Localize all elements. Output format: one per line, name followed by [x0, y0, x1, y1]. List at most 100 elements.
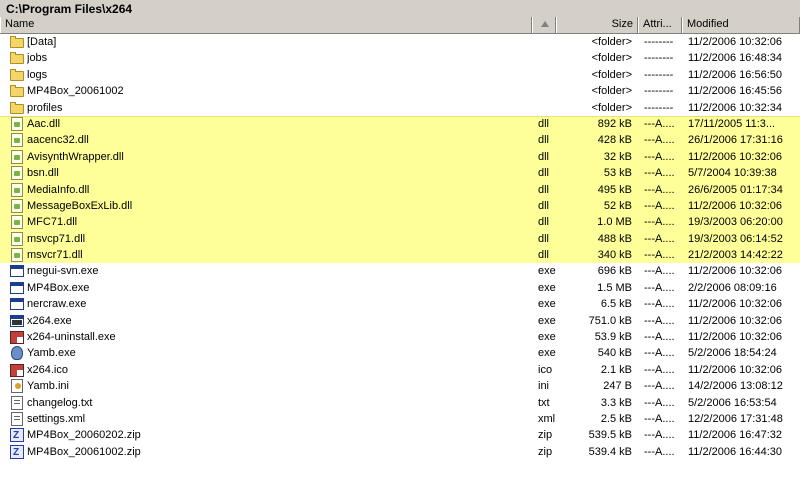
installer-icon: [10, 331, 24, 345]
file-attributes: ---A....: [644, 347, 675, 360]
file-row[interactable]: x264-uninstall.exe exe 53.9 kB ---A.... 11/2…: [0, 329, 800, 345]
file-size: 539.5 kB: [588, 429, 632, 442]
file-size: 3.3 kB: [600, 396, 632, 409]
folder-icon: [10, 85, 24, 98]
file-modified: 11/2/2006 10:32:06: [688, 314, 782, 327]
column-attributes[interactable]: Attri...: [638, 17, 682, 33]
file-row[interactable]: megui-svn.exe exe 696 kB ---A.... 11/2/2006 …: [0, 263, 800, 279]
file-name: x264.exe: [27, 314, 72, 327]
file-row[interactable]: bsn.dll dll 53 kB ---A.... 5/7/2004 10:39:38: [0, 165, 800, 182]
folder-icon: [10, 52, 24, 65]
file-name: msvcr71.dll: [27, 249, 83, 262]
file-modified: 5/7/2004 10:39:38: [688, 167, 777, 180]
file-list[interactable]: [Data] <folder> -------- 11/2/2006 10:32:06…: [0, 34, 800, 460]
path-text: C:\Program Files\x264: [6, 2, 133, 16]
file-name: Aac.dll: [27, 117, 61, 130]
console-exe-icon: [10, 314, 24, 327]
column-name[interactable]: Name: [0, 17, 532, 33]
file-row[interactable]: changelog.txt txt 3.3 kB ---A.... 5/2/2006 1…: [0, 395, 800, 411]
file-attributes: ---A....: [644, 232, 675, 245]
file-size: 53 kB: [603, 167, 632, 180]
column-header: Name Size Attri... Modified: [0, 17, 800, 34]
zip-icon: [10, 444, 24, 459]
file-name: megui-svn.exe: [27, 265, 99, 278]
file-row[interactable]: logs <folder> -------- 11/2/2006 16:56:50: [0, 67, 800, 83]
file-size: 2.5 kB: [600, 412, 632, 425]
image-icon: [10, 363, 24, 377]
file-modified: 11/2/2006 16:45:56: [688, 85, 782, 98]
file-modified: 5/2/2006 16:53:54: [688, 396, 777, 409]
file-row[interactable]: x264.exe exe 751.0 kB ---A.... 11/2/2006 10:…: [0, 313, 800, 329]
file-modified: 26/1/2006 17:31:16: [688, 134, 783, 147]
file-row[interactable]: MediaInfo.dll dll 495 kB ---A.... 26/6/2005 …: [0, 181, 800, 198]
file-row[interactable]: [Data] <folder> -------- 11/2/2006 10:32:06: [0, 34, 800, 50]
file-modified: 11/2/2006 10:32:06: [688, 363, 782, 376]
file-attributes: ---A....: [644, 134, 675, 147]
file-size: <folder>: [591, 85, 632, 98]
column-sort[interactable]: [532, 17, 556, 33]
file-modified: 11/2/2006 10:32:06: [688, 331, 782, 344]
file-row[interactable]: settings.xml xml 2.5 kB ---A.... 12/2/2006 1…: [0, 411, 800, 427]
folder-icon: [10, 36, 24, 48]
file-name: bsn.dll: [27, 167, 59, 180]
file-size: 696 kB: [597, 265, 632, 278]
file-row[interactable]: MP4Box_20061002.zipzip539.4 kB---A....11…: [0, 444, 800, 460]
path-bar[interactable]: C:\Program Files\x264: [0, 0, 800, 18]
file-modified: 11/2/2006 10:32:06: [688, 36, 782, 48]
file-attributes: --------: [644, 36, 674, 48]
file-name: settings.xml: [27, 412, 86, 425]
file-size: 247 B: [603, 380, 632, 393]
dll-icon: [11, 116, 23, 131]
file-row[interactable]: Aac.dll dll 892 kB ---A.... 17/11/2005 11:3.…: [0, 115, 800, 133]
fish-icon: [11, 346, 23, 361]
file-attributes: ---A....: [644, 380, 675, 393]
file-modified: 21/2/2003 14:42:22: [688, 249, 783, 262]
sort-up-icon: [541, 21, 549, 27]
file-modified: 5/2/2006 18:54:24: [688, 347, 777, 360]
file-modified: 2/2/2006 08:09:16: [688, 281, 777, 294]
file-name: logs: [27, 68, 48, 81]
file-modified: 11/2/2006 10:32:06: [688, 265, 782, 278]
file-size: 2.1 kB: [600, 363, 632, 376]
file-row[interactable]: Yamb.ini ini 247 B ---A.... 14/2/2006 13:08:…: [0, 378, 800, 394]
file-row[interactable]: aacenc32.dll dll 428 kB ---A.... 26/1/2006 1…: [0, 132, 800, 149]
file-size: 32 kB: [603, 150, 632, 163]
file-row[interactable]: AvisynthWrapper.dll dll 32 kB ---A.... 11/2/…: [0, 148, 800, 166]
file-row[interactable]: MP4Box_20060202.zipzip539.5 kB---A....11…: [0, 427, 800, 443]
file-size: 488 kB: [597, 232, 632, 245]
file-row[interactable]: MFC71.dll dll 1.0 MB ---A.... 19/3/2003 06:2…: [0, 214, 800, 231]
file-row[interactable]: Yamb.exe exe 540 kB ---A.... 5/2/2006 18:54:…: [0, 345, 800, 361]
file-row[interactable]: x264.ico ico 2.1 kB ---A.... 11/2/2006 10:32…: [0, 362, 800, 378]
file-name: x264.ico: [27, 363, 68, 376]
file-modified: 12/2/2006 17:31:48: [688, 412, 783, 425]
file-row[interactable]: profiles <folder> -------- 11/2/2006 10:32:…: [0, 100, 800, 116]
file-row[interactable]: msvcr71.dll dll 340 kB ---A.... 21/2/2003 14…: [0, 247, 800, 264]
file-size: 1.5 MB: [597, 281, 632, 294]
file-attributes: ---A....: [644, 265, 675, 278]
file-name: AvisynthWrapper.dll: [27, 150, 124, 163]
settings-file-icon: [11, 379, 23, 394]
file-row[interactable]: MP4Box.exe exe 1.5 MB ---A.... 2/2/2006 08:0…: [0, 280, 800, 296]
file-row[interactable]: msvcp71.dll dll 488 kB ---A.... 19/3/2003 06…: [0, 230, 800, 248]
file-name: MessageBoxExLib.dll: [27, 199, 133, 212]
dll-icon: [11, 166, 23, 181]
file-modified: 11/2/2006 10:32:34: [688, 101, 782, 114]
file-attributes: ---A....: [644, 249, 675, 262]
file-name: aacenc32.dll: [27, 134, 89, 147]
file-size: 751.0 kB: [588, 314, 632, 327]
file-name: MP4Box.exe: [27, 281, 90, 294]
file-row[interactable]: MP4Box_20061002 <folder> -------- 11/2/2006…: [0, 83, 800, 99]
file-attributes: ---A....: [644, 298, 675, 311]
file-row[interactable]: MessageBoxExLib.dll dll 52 kB ---A.... 11/2/…: [0, 197, 800, 215]
zip-icon: [10, 428, 24, 443]
file-row[interactable]: jobs <folder> -------- 11/2/2006 16:48:34: [0, 50, 800, 66]
file-attributes: ---A....: [644, 117, 675, 130]
column-size[interactable]: Size: [556, 17, 638, 33]
exe-icon: [10, 281, 24, 294]
dll-icon: [11, 215, 23, 230]
dll-icon: [11, 231, 23, 246]
column-modified[interactable]: Modified: [682, 17, 800, 33]
file-name: profiles: [27, 101, 63, 114]
file-row[interactable]: nercraw.exe exe 6.5 kB ---A.... 11/2/2006 10…: [0, 296, 800, 312]
dll-icon: [11, 198, 23, 213]
